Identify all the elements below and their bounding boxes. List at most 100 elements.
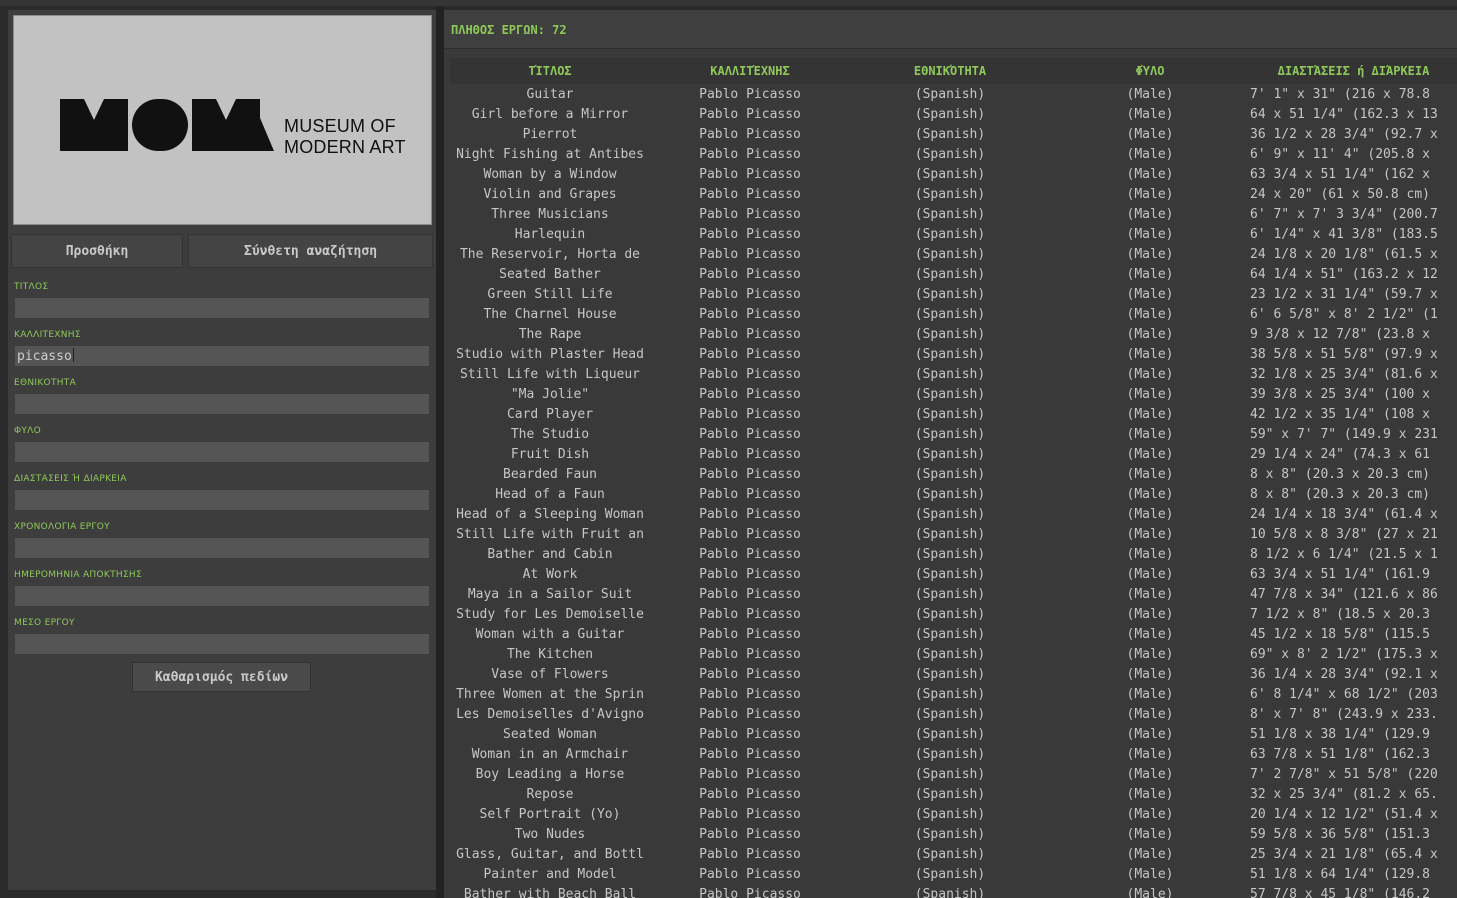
cell-artist: Pablo Picasso (699, 727, 801, 742)
table-row[interactable]: Self Portrait (Yo) Pablo Picasso (Spanish)… (450, 804, 1457, 824)
table-row[interactable]: Vase of Flowers Pablo Picasso (Spanish) (Ma… (450, 664, 1457, 684)
cell-artist: Pablo Picasso (699, 547, 801, 562)
cell-gender: (Male) (1126, 367, 1174, 382)
artist-input[interactable] (15, 346, 429, 366)
acquisition-date-input[interactable] (15, 586, 429, 606)
table-row[interactable]: Fruit Dish Pablo Picasso (Spanish) (Male) 29… (450, 444, 1457, 464)
cell-nationality: (Spanish) (914, 327, 986, 342)
table-row[interactable]: The Kitchen Pablo Picasso (Spanish) (Male) 6… (450, 644, 1457, 664)
table-row[interactable]: Night Fishing at Antibes Pablo Picasso (Sp… (450, 144, 1457, 164)
table-row[interactable]: Woman in an Armchair Pablo Picasso (Spanis… (450, 744, 1457, 764)
table-row[interactable]: Study for Les Demoiselle Pablo Picasso (Sp… (450, 604, 1457, 624)
cell-gender: (Male) (1126, 487, 1174, 502)
table-row[interactable]: Green Still Life Pablo Picasso (Spanish) (M… (450, 284, 1457, 304)
results-count-bar: ΠΛΗΘΟΣ ΕΡΓΩΝ: 72 (444, 10, 1457, 49)
table-row[interactable]: Still Life with Liqueur Pablo Picasso (Spa… (450, 364, 1457, 384)
table-row[interactable]: At Work Pablo Picasso (Spanish) (Male) 63 3/… (450, 564, 1457, 584)
cell-nationality: (Spanish) (914, 247, 986, 262)
cell-title: Woman in an Armchair (471, 747, 629, 762)
table-row[interactable]: Three Women at the Sprin Pablo Picasso (Sp… (450, 684, 1457, 704)
gender-input[interactable] (15, 442, 429, 462)
table-row[interactable]: Maya in a Sailor Suit Pablo Picasso (Spani… (450, 584, 1457, 604)
table-row[interactable]: "Ma Jolie" Pablo Picasso (Spanish) (Male) 39… (450, 384, 1457, 404)
cell-title: At Work (522, 567, 578, 582)
table-row[interactable]: Girl before a Mirror Pablo Picasso (Spanis… (450, 104, 1457, 124)
title-input[interactable] (15, 298, 429, 318)
table-row[interactable]: The Charnel House Pablo Picasso (Spanish) (… (450, 304, 1457, 324)
text-caret (73, 348, 74, 362)
cell-dimensions: 8 1/2 x 6 1/4" (21.5 x 1 (1250, 547, 1438, 562)
table-row[interactable]: Glass, Guitar, and Bottl Pablo Picasso (Sp… (450, 844, 1457, 864)
table-row[interactable]: Bearded Faun Pablo Picasso (Spanish) (Male)… (450, 464, 1457, 484)
cell-title: Les Demoiselles d'Avigno (456, 707, 644, 722)
cell-gender: (Male) (1126, 107, 1174, 122)
cell-dimensions: 7 1/2 x 8" (18.5 x 20.3 (1250, 607, 1431, 622)
table-row[interactable]: Woman by a Window Pablo Picasso (Spanish) (… (450, 164, 1457, 184)
table-row[interactable]: Painter and Model Pablo Picasso (Spanish) (… (450, 864, 1457, 884)
table-row[interactable]: Repose Pablo Picasso (Spanish) (Male) 32 x 2… (450, 784, 1457, 804)
table-row[interactable]: Card Player Pablo Picasso (Spanish) (Male) 4… (450, 404, 1457, 424)
cell-dimensions: 6' 6 5/8" x 8' 2 1/2" (1 (1250, 307, 1438, 322)
cell-artist: Pablo Picasso (699, 167, 801, 182)
cell-nationality: (Spanish) (914, 667, 986, 682)
table-row[interactable]: The Studio Pablo Picasso (Spanish) (Male) 59… (450, 424, 1457, 444)
cell-dimensions: 36 1/4 x 28 3/4" (92.1 x (1250, 667, 1438, 682)
cell-artist: Pablo Picasso (699, 807, 801, 822)
cell-nationality: (Spanish) (914, 407, 986, 422)
dimensions-input[interactable] (15, 490, 429, 510)
cell-artist: Pablo Picasso (699, 87, 801, 102)
table-row[interactable]: Boy Leading a Horse Pablo Picasso (Spanish… (450, 764, 1457, 784)
medium-input[interactable] (15, 634, 429, 654)
table-row[interactable]: Head of a Sleeping Woman Pablo Picasso (Sp… (450, 504, 1457, 524)
cell-nationality: (Spanish) (914, 747, 986, 762)
cell-title: Seated Bather (499, 267, 601, 282)
add-button[interactable]: Προσθήκη (11, 234, 183, 268)
table-row[interactable]: Head of a Faun Pablo Picasso (Spanish) (Mal… (450, 484, 1457, 504)
logo-subtitle: MUSEUM OF MODERN ART (284, 116, 406, 158)
table-row[interactable]: Three Musicians Pablo Picasso (Spanish) (Ma… (450, 204, 1457, 224)
column-header-nationality[interactable]: ΕΘΝΙΚΌΤΗΤΑ (850, 64, 1050, 78)
cell-dimensions: 8 x 8" (20.3 x 20.3 cm) (1250, 487, 1431, 502)
cell-gender: (Male) (1126, 427, 1174, 442)
date-input[interactable] (15, 538, 429, 558)
cell-dimensions: 63 7/8 x 51 1/8" (162.3 (1250, 747, 1431, 762)
cell-dimensions: 7' 1" x 31" (216 x 78.8 (1250, 87, 1431, 102)
table-row[interactable]: The Rape Pablo Picasso (Spanish) (Male) 9 3/… (450, 324, 1457, 344)
cell-artist: Pablo Picasso (699, 787, 801, 802)
table-row[interactable]: Les Demoiselles d'Avigno Pablo Picasso (Sp… (450, 704, 1457, 724)
table-row[interactable]: Bather with Beach Ball Pablo Picasso (Span… (450, 884, 1457, 898)
cell-title: Repose (526, 787, 574, 802)
advanced-search-button[interactable]: Σύνθετη αναζήτηση (188, 234, 433, 268)
column-header-title[interactable]: ΤΊΤΛΟΣ (450, 64, 650, 78)
cell-dimensions: 6' 7" x 7' 3 3/4" (200.7 (1250, 207, 1438, 222)
column-header-gender[interactable]: ΦΎΛΟ (1050, 64, 1250, 78)
clear-fields-button[interactable]: Καθαρισμός πεδίων (132, 662, 311, 692)
table-row[interactable]: Pierrot Pablo Picasso (Spanish) (Male) 36 1/… (450, 124, 1457, 144)
cell-artist: Pablo Picasso (699, 147, 801, 162)
panel-splitter[interactable] (436, 6, 444, 898)
cell-title: Still Life with Liqueur (459, 367, 640, 382)
cell-dimensions: 51 1/8 x 64 1/4" (129.8 (1250, 867, 1431, 882)
table-row[interactable]: Seated Woman Pablo Picasso (Spanish) (Male)… (450, 724, 1457, 744)
table-row[interactable]: Violin and Grapes Pablo Picasso (Spanish) (… (450, 184, 1457, 204)
table-body: Guitar Pablo Picasso (Spanish) (Male) 7' 1" … (450, 84, 1457, 898)
cell-title: Harlequin (514, 227, 586, 242)
table-row[interactable]: The Reservoir, Horta de Pablo Picasso (Spa… (450, 244, 1457, 264)
column-header-artist[interactable]: ΚΑΛΛΙΤΈΧΝΗΣ (650, 64, 850, 78)
table-row[interactable]: Harlequin Pablo Picasso (Spanish) (Male) 6' … (450, 224, 1457, 244)
table-row[interactable]: Still Life with Fruit an Pablo Picasso (Sp… (450, 524, 1457, 544)
table-row[interactable]: Woman with a Guitar Pablo Picasso (Spanish… (450, 624, 1457, 644)
cell-dimensions: 39 3/8 x 25 3/4" (100 x (1250, 387, 1431, 402)
table-row[interactable]: Studio with Plaster Head Pablo Picasso (Sp… (450, 344, 1457, 364)
results-count: ΠΛΗΘΟΣ ΕΡΓΩΝ: 72 (451, 23, 567, 37)
cell-nationality: (Spanish) (914, 147, 986, 162)
cell-dimensions: 7' 2 7/8" x 51 5/8" (220 (1250, 767, 1438, 782)
table-row[interactable]: Seated Bather Pablo Picasso (Spanish) (Male… (450, 264, 1457, 284)
column-header-dimensions[interactable]: ΔΙΑΣΤΆΣΕΙΣ ή ΔΙΆΡΚΕΙΑ (1250, 64, 1457, 78)
table-row[interactable]: Guitar Pablo Picasso (Spanish) (Male) 7' 1" … (450, 84, 1457, 104)
cell-dimensions: 6' 9" x 11' 4" (205.8 x (1250, 147, 1431, 162)
nationality-input[interactable] (15, 394, 429, 414)
table-row[interactable]: Two Nudes Pablo Picasso (Spanish) (Male) 59 … (450, 824, 1457, 844)
table-row[interactable]: Bather and Cabin Pablo Picasso (Spanish) (M… (450, 544, 1457, 564)
cell-title: Vase of Flowers (491, 667, 609, 682)
